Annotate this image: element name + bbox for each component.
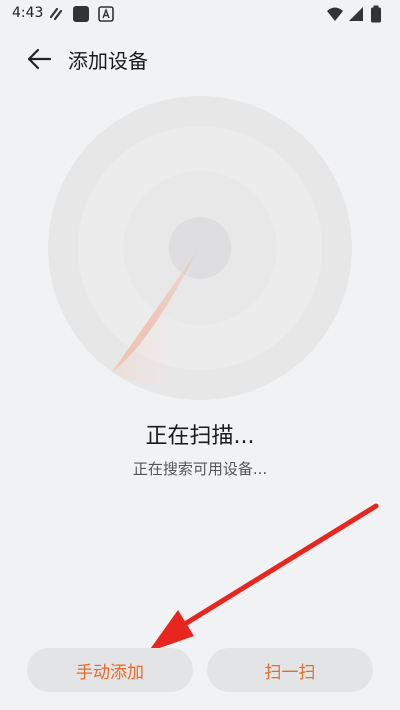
- link-icon: [49, 7, 63, 21]
- radar-center: [169, 217, 231, 279]
- wifi-icon: [327, 7, 343, 21]
- back-arrow-icon[interactable]: [24, 44, 54, 74]
- status-bar: 4:43: [0, 0, 400, 28]
- manual-add-button[interactable]: 手动添加: [27, 648, 193, 692]
- a-badge-icon: [98, 6, 114, 22]
- page-title: 添加设备: [68, 49, 148, 73]
- header: 添加设备: [0, 38, 400, 78]
- scan-status-title: 正在扫描...: [145, 424, 255, 449]
- radar-scan-graphic: [48, 96, 352, 400]
- signal-icon: [349, 7, 363, 21]
- battery-icon: [371, 5, 381, 23]
- status-time: 4:43: [12, 5, 44, 21]
- scan-qr-button[interactable]: 扫一扫: [207, 648, 373, 692]
- app-square-icon: [73, 6, 89, 22]
- scan-status-subtitle: 正在搜索可用设备...: [132, 460, 268, 478]
- status-right-icons: [326, 5, 386, 23]
